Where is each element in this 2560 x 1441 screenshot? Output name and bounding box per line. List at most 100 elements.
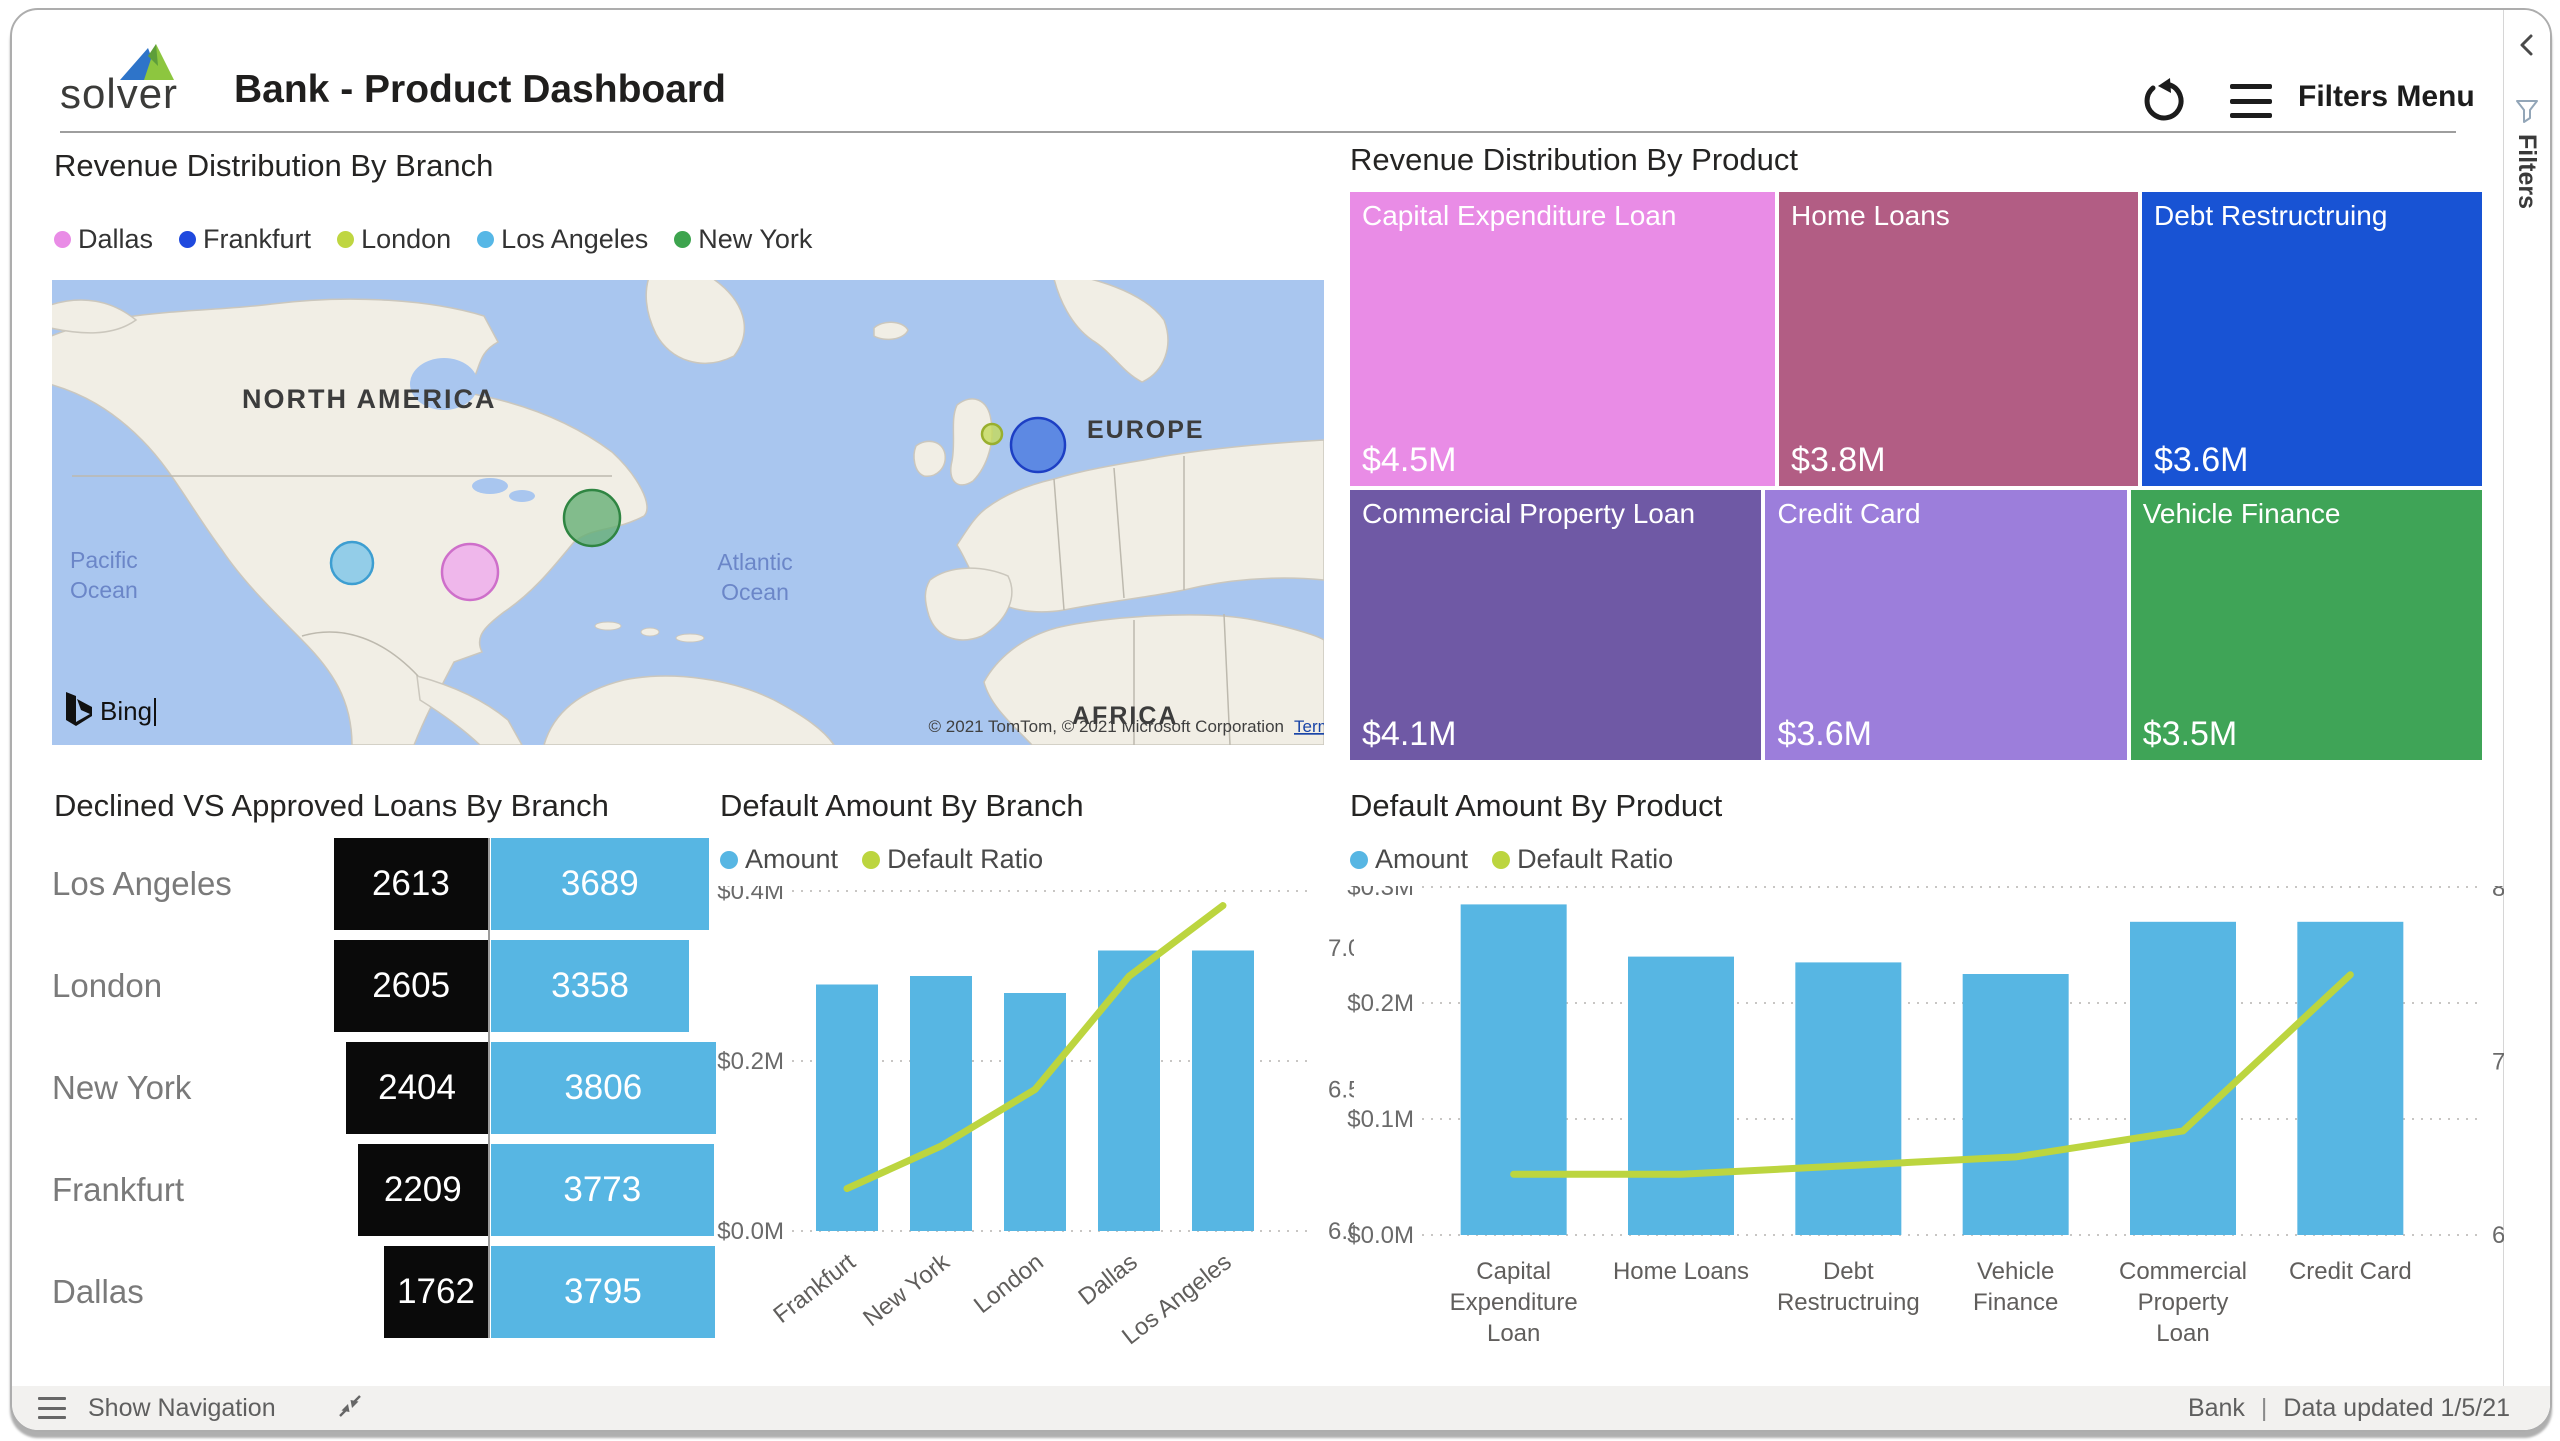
- declined-bar[interactable]: 2613: [334, 838, 488, 930]
- footer-status: Bank | Data updated 1/5/21: [2188, 1394, 2510, 1423]
- map-legend: Dallas Frankfurt London Los Angeles New York: [54, 224, 812, 255]
- legend-dot-icon: [337, 231, 354, 248]
- legend-item[interactable]: Amount: [1350, 844, 1468, 875]
- map-label-north-america: NORTH AMERICA: [242, 384, 497, 414]
- report-name: Bank: [2188, 1394, 2245, 1423]
- legend-label: Frankfurt: [203, 224, 311, 255]
- approved-bar[interactable]: 3806: [491, 1042, 716, 1134]
- declined-bar[interactable]: 1762: [384, 1246, 488, 1338]
- show-navigation-button[interactable]: [38, 1397, 66, 1419]
- branch-label: Los Angeles: [52, 865, 292, 903]
- chevron-left-icon: [2514, 32, 2540, 58]
- legend-item[interactable]: Frankfurt: [179, 224, 311, 255]
- legend-item[interactable]: London: [337, 224, 451, 255]
- filters-rail-label[interactable]: Filters: [2512, 134, 2541, 209]
- map-bubble-los-angeles[interactable]: [331, 542, 373, 584]
- treemap-tile-value: $3.6M: [1777, 715, 1872, 754]
- branch-combo-chart[interactable]: $0.0M$0.2M$0.4M6.0%6.5%7.0%FrankfurtNew …: [714, 886, 1354, 1361]
- treemap-section-title: Revenue Distribution By Product: [1350, 142, 1798, 178]
- legend-label: Default Ratio: [1517, 844, 1673, 875]
- approved-bar[interactable]: 3689: [491, 838, 709, 930]
- show-navigation-label[interactable]: Show Navigation: [88, 1394, 276, 1423]
- treemap-tile[interactable]: Vehicle Finance $3.5M: [2131, 490, 2482, 760]
- amount-bar[interactable]: [1004, 993, 1066, 1231]
- svg-text:8%: 8%: [2492, 886, 2504, 902]
- map-bubble-frankfurt[interactable]: [1011, 418, 1065, 472]
- map-label-pacific: Pacific: [70, 547, 138, 573]
- legend-item[interactable]: Default Ratio: [1492, 844, 1673, 875]
- branch-label: Dallas: [52, 1273, 292, 1311]
- map-bubble-dallas[interactable]: [442, 544, 498, 600]
- map-bubble-london[interactable]: [982, 424, 1002, 444]
- svg-text:$0.4M: $0.4M: [717, 886, 784, 905]
- treemap-tile-value: $3.5M: [2143, 715, 2238, 754]
- amount-bar[interactable]: [1628, 957, 1734, 1235]
- legend-label: Amount: [1375, 844, 1468, 875]
- amount-bar[interactable]: [2130, 922, 2236, 1235]
- amount-bar[interactable]: [1098, 951, 1160, 1232]
- amount-bar[interactable]: [2297, 922, 2403, 1235]
- treemap-tile[interactable]: Credit Card$3.6M: [1765, 490, 2126, 760]
- filters-menu-label[interactable]: Filters Menu: [2298, 80, 2475, 114]
- approved-bar[interactable]: 3795: [491, 1246, 715, 1338]
- declined-bar[interactable]: 2605: [334, 940, 488, 1032]
- branch-label: New York: [52, 1069, 292, 1107]
- refresh-button[interactable]: [2140, 78, 2186, 124]
- amount-bar[interactable]: [1963, 974, 2069, 1235]
- map-land: [914, 441, 945, 476]
- branch-label: London: [52, 967, 292, 1005]
- legend-item[interactable]: Amount: [720, 844, 838, 875]
- product-combo-chart[interactable]: $0.0M$0.1M$0.2M$0.3M6%7%8%CapitalExpendi…: [1344, 886, 2504, 1391]
- declined-bar[interactable]: 2209: [358, 1144, 488, 1236]
- svg-text:CapitalExpenditureLoan: CapitalExpenditureLoan: [1450, 1258, 1578, 1347]
- refresh-icon: [2140, 78, 2186, 124]
- footer-bar: Show Navigation Bank | Data updated 1/5/…: [12, 1386, 2550, 1430]
- table-row: Los Angeles 26133689: [52, 838, 712, 930]
- amount-bar[interactable]: [910, 976, 972, 1231]
- map-label-europe: EUROPE: [1087, 416, 1205, 444]
- revenue-map[interactable]: NORTH AMERICAEUROPEAFRICAPacificOceanAtl…: [52, 280, 1324, 745]
- map-bubble-new-york[interactable]: [564, 490, 620, 546]
- bing-logo-text: Bing: [100, 696, 152, 726]
- filters-funnel-button[interactable]: [2514, 98, 2540, 129]
- table-row: Dallas 17623795: [52, 1246, 712, 1338]
- treemap-tile[interactable]: Capital Expenditure Loan$4.5M: [1350, 192, 1775, 486]
- branch-label: Frankfurt: [52, 1171, 292, 1209]
- treemap-tile[interactable]: Debt Restructruing $3.6M: [2142, 192, 2482, 486]
- treemap-tile-name: Vehicle Finance: [2143, 498, 2341, 530]
- legend-dot-icon: [862, 851, 880, 869]
- treemap-tile-name: Commercial Property Loan: [1362, 498, 1695, 530]
- legend-item[interactable]: New York: [674, 224, 812, 255]
- filters-menu-button[interactable]: [2230, 84, 2272, 118]
- legend-item[interactable]: Default Ratio: [862, 844, 1043, 875]
- treemap-tile[interactable]: Commercial Property Loan$4.1M: [1350, 490, 1761, 760]
- legend-item[interactable]: Los Angeles: [477, 224, 648, 255]
- legend-label: Amount: [745, 844, 838, 875]
- svg-text:6%: 6%: [2492, 1222, 2504, 1249]
- table-row: Frankfurt 22093773: [52, 1144, 712, 1236]
- footer-separator: |: [2261, 1394, 2268, 1423]
- collapse-arrows-icon: [336, 1392, 364, 1420]
- product-chart-title: Default Amount By Product: [1350, 788, 1722, 824]
- treemap-tile-value: $3.6M: [2154, 441, 2249, 480]
- amount-bar[interactable]: [1795, 962, 1901, 1235]
- expand-filters-button[interactable]: [2514, 32, 2540, 63]
- approved-bar[interactable]: 3773: [491, 1144, 714, 1236]
- amount-bar[interactable]: [1461, 904, 1567, 1235]
- dashboard-screenshot: solver Bank - Product Dashboard Filters …: [0, 0, 2560, 1441]
- svg-text:VehicleFinance: VehicleFinance: [1973, 1258, 2058, 1316]
- legend-item[interactable]: Dallas: [54, 224, 153, 255]
- collapse-button[interactable]: [336, 1392, 364, 1425]
- amount-bar[interactable]: [816, 985, 878, 1232]
- treemap-tile-name: Debt Restructruing: [2154, 200, 2387, 232]
- map-label-atlantic: Atlantic: [717, 549, 792, 575]
- map-terms-link[interactable]: Terms: [1294, 717, 1324, 736]
- declined-bar[interactable]: 2404: [346, 1042, 488, 1134]
- svg-text:New York: New York: [858, 1248, 955, 1332]
- data-updated-label: Data updated 1/5/21: [2283, 1394, 2510, 1423]
- table-row: New York24043806: [52, 1042, 712, 1134]
- amount-bar[interactable]: [1192, 951, 1254, 1232]
- svg-text:$0.2M: $0.2M: [717, 1048, 784, 1075]
- approved-bar[interactable]: 3358: [491, 940, 689, 1032]
- treemap-tile[interactable]: Home Loans$3.8M: [1779, 192, 2138, 486]
